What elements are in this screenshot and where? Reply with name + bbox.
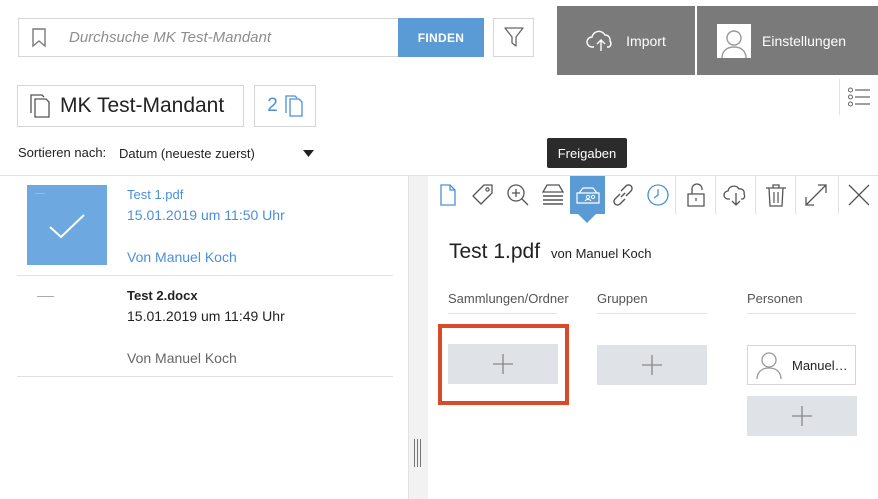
divider (747, 313, 856, 314)
documents-icon (29, 94, 51, 118)
list-item[interactable]: Test 2.docx 15.01.2019 um 11:49 Uhr Von … (17, 276, 393, 377)
close-icon[interactable] (838, 176, 878, 214)
highlight-box (438, 324, 569, 405)
search-box[interactable] (18, 18, 398, 57)
panel-splitter[interactable] (408, 176, 428, 499)
divider (448, 313, 557, 314)
shares-icon[interactable] (570, 176, 605, 214)
add-group-button[interactable] (597, 345, 707, 385)
avatar (756, 351, 782, 379)
person-name: Manuel Koch (792, 357, 850, 373)
filter-icon (503, 26, 524, 49)
cloud-upload-icon (586, 29, 616, 53)
link-icon[interactable] (605, 176, 640, 214)
import-button[interactable]: Import (557, 6, 695, 75)
document-count: 2 (267, 95, 278, 116)
document-author: Von Manuel Koch (127, 249, 237, 265)
chevron-down-icon (303, 149, 314, 157)
person-chip[interactable]: Manuel Koch (747, 345, 856, 385)
collections-header: Sammlungen/Ordner (448, 291, 569, 306)
trash-icon[interactable] (755, 176, 795, 214)
sort-value: Datum (neueste zuerst) (119, 145, 255, 161)
zoom-in-icon[interactable] (500, 176, 535, 214)
thumbnail-placeholder (37, 296, 54, 297)
documents-icon (285, 95, 303, 117)
groups-header: Gruppen (597, 291, 648, 306)
cloud-download-icon[interactable] (715, 176, 755, 214)
document-date: 15.01.2019 um 11:50 Uhr (127, 207, 285, 223)
tag-icon[interactable] (465, 176, 500, 214)
find-button[interactable]: FINDEN (398, 18, 484, 57)
plus-icon (791, 405, 813, 427)
unlock-icon[interactable] (675, 176, 715, 214)
persons-header: Personen (747, 291, 803, 306)
document-name: Test 2.docx (127, 288, 198, 303)
detail-title: Test 1.pdf (449, 240, 541, 263)
avatar (717, 23, 751, 58)
import-label: Import (626, 32, 666, 49)
drag-handle-icon[interactable] (414, 439, 423, 467)
document-name: Test 1.pdf (127, 187, 184, 202)
bookmark-icon[interactable] (31, 28, 47, 48)
search-input[interactable] (69, 19, 389, 56)
divider (597, 313, 707, 314)
document-icon[interactable] (430, 176, 465, 214)
add-person-button[interactable] (747, 396, 857, 436)
filter-button[interactable] (493, 18, 534, 57)
active-tab-indicator (578, 214, 596, 223)
document-author: Von Manuel Koch (127, 350, 237, 366)
checkmark-icon (49, 214, 85, 239)
client-selector[interactable]: MK Test-Mandant (17, 85, 244, 127)
list-view-icon[interactable] (839, 79, 878, 115)
expand-icon[interactable] (795, 176, 835, 214)
list-item[interactable]: Test 1.pdf 15.01.2019 um 11:50 Uhr Von M… (17, 176, 393, 276)
sort-select[interactable]: Datum (neueste zuerst) (119, 143, 314, 163)
settings-button[interactable]: Einstellungen (697, 6, 878, 75)
tooltip: Freigaben (547, 138, 627, 168)
plus-icon (641, 354, 663, 376)
detail-author: von Manuel Koch (551, 246, 652, 261)
clock-icon[interactable] (640, 176, 675, 214)
document-date: 15.01.2019 um 11:49 Uhr (127, 308, 285, 324)
stack-icon[interactable] (535, 176, 570, 214)
document-count-button[interactable]: 2 (254, 85, 316, 127)
document-thumbnail (27, 185, 107, 265)
settings-label: Einstellungen (762, 32, 847, 49)
client-name: MK Test-Mandant (60, 94, 225, 117)
sort-label: Sortieren nach: (18, 145, 107, 160)
